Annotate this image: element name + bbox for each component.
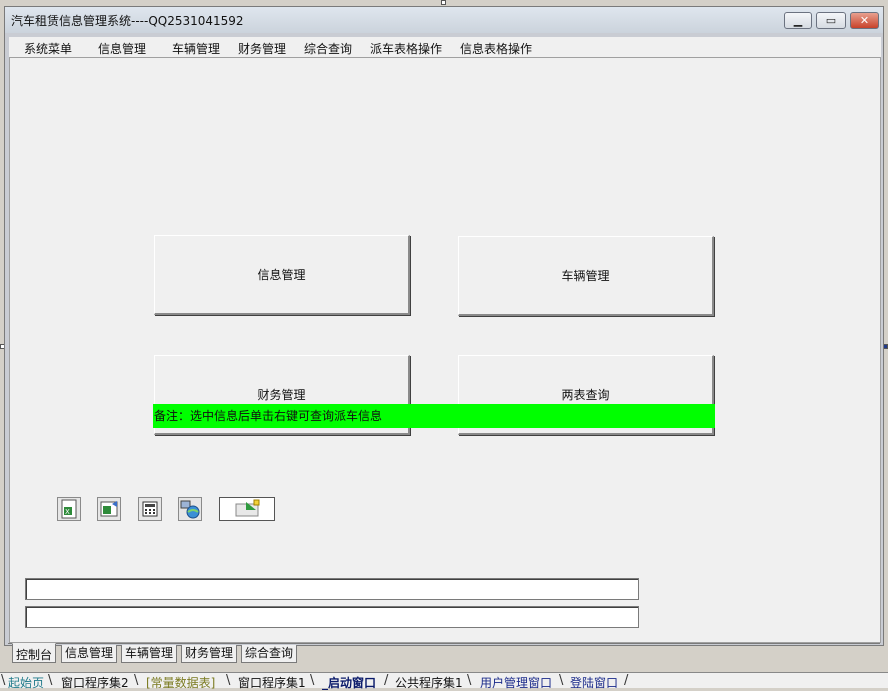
maximize-icon: ▭ [825, 14, 837, 27]
menu-system[interactable]: 系统菜单 [24, 40, 72, 57]
menu-dispatch-table[interactable]: 派车表格操作 [370, 40, 442, 57]
ide-tab-window-set-1[interactable]: 窗口程序集1 [238, 674, 306, 691]
window-title: 汽车租赁信息管理系统----QQ2531041592 [11, 14, 244, 28]
resize-handle-top[interactable] [441, 0, 446, 5]
tab-separator: / [624, 673, 629, 688]
ide-tab-login-window[interactable]: 登陆窗口 [570, 674, 618, 691]
excel-import-button[interactable] [97, 497, 121, 521]
tab-vehicle[interactable]: 车辆管理 [121, 645, 178, 663]
app-window: 汽车租赁信息管理系统----QQ2531041592 ▁ ▭ ✕ 系统菜单 信息… [4, 6, 884, 646]
menu-bar: 系统菜单 信息管理 车辆管理 财务管理 综合查询 派车表格操作 信息表格操作 [9, 37, 881, 57]
tab-separator: \ [226, 673, 231, 688]
menu-info-table[interactable]: 信息表格操作 [460, 40, 532, 57]
import-arrow-button[interactable] [219, 497, 275, 521]
vehicle-management-button[interactable]: 车辆管理 [458, 236, 714, 316]
ide-tab-window-set-2[interactable]: 窗口程序集2 [61, 674, 129, 691]
note-label: 备注：选中信息后单击右键可查询派车信息 [153, 404, 715, 428]
ide-tab-bar: \ 起始页 \ 窗口程序集2 \ [常量数据表] \ 窗口程序集1 \ _启动窗… [0, 672, 888, 691]
tab-separator: \ [1, 673, 6, 688]
ide-tab-user-window[interactable]: 用户管理窗口 [480, 674, 552, 691]
title-bar[interactable]: 汽车租赁信息管理系统----QQ2531041592 ▁ ▭ ✕ [5, 7, 883, 33]
minimize-icon: ▁ [793, 14, 803, 27]
tab-separator: \ [310, 673, 315, 688]
ide-tab-constant-table[interactable]: [常量数据表] [146, 674, 215, 691]
tab-separator: \ [134, 673, 139, 688]
ide-tab-start-page[interactable]: 起始页 [8, 674, 44, 691]
status-field-1[interactable] [25, 578, 639, 600]
tab-query[interactable]: 综合查询 [241, 645, 298, 663]
menu-info[interactable]: 信息管理 [98, 40, 146, 57]
inner-tab-line [8, 643, 880, 644]
menu-finance[interactable]: 财务管理 [238, 40, 286, 57]
minimize-button[interactable]: ▁ [784, 12, 812, 29]
tab-info[interactable]: 信息管理 [61, 645, 118, 663]
ide-tab-public-set-1[interactable]: 公共程序集1 [395, 674, 463, 691]
close-icon: ✕ [859, 14, 870, 27]
tab-finance[interactable]: 财务管理 [181, 645, 238, 663]
ide-tab-startup-window[interactable]: _启动窗口 [322, 674, 376, 691]
tab-console[interactable]: 控制台 [12, 643, 57, 663]
tab-separator: / [384, 673, 389, 688]
tab-separator: \ [467, 673, 472, 688]
excel-export-icon: X [61, 499, 77, 519]
network-button[interactable] [178, 497, 202, 521]
menu-vehicle[interactable]: 车辆管理 [172, 40, 220, 57]
maximize-button[interactable]: ▭ [816, 12, 846, 29]
form-client-area [9, 57, 881, 643]
excel-import-icon [100, 501, 118, 517]
tab-separator: \ [559, 673, 564, 688]
menu-query[interactable]: 综合查询 [304, 40, 352, 57]
close-button[interactable]: ✕ [850, 12, 879, 29]
import-arrow-icon [235, 499, 260, 517]
svg-text:X: X [65, 508, 70, 516]
excel-export-button[interactable]: X [57, 497, 81, 521]
tab-separator: \ [48, 673, 53, 688]
info-management-button[interactable]: 信息管理 [154, 235, 410, 315]
status-field-2[interactable] [25, 606, 639, 628]
network-icon [180, 500, 200, 519]
calculator-icon [142, 501, 158, 517]
calculator-button[interactable] [138, 497, 162, 521]
